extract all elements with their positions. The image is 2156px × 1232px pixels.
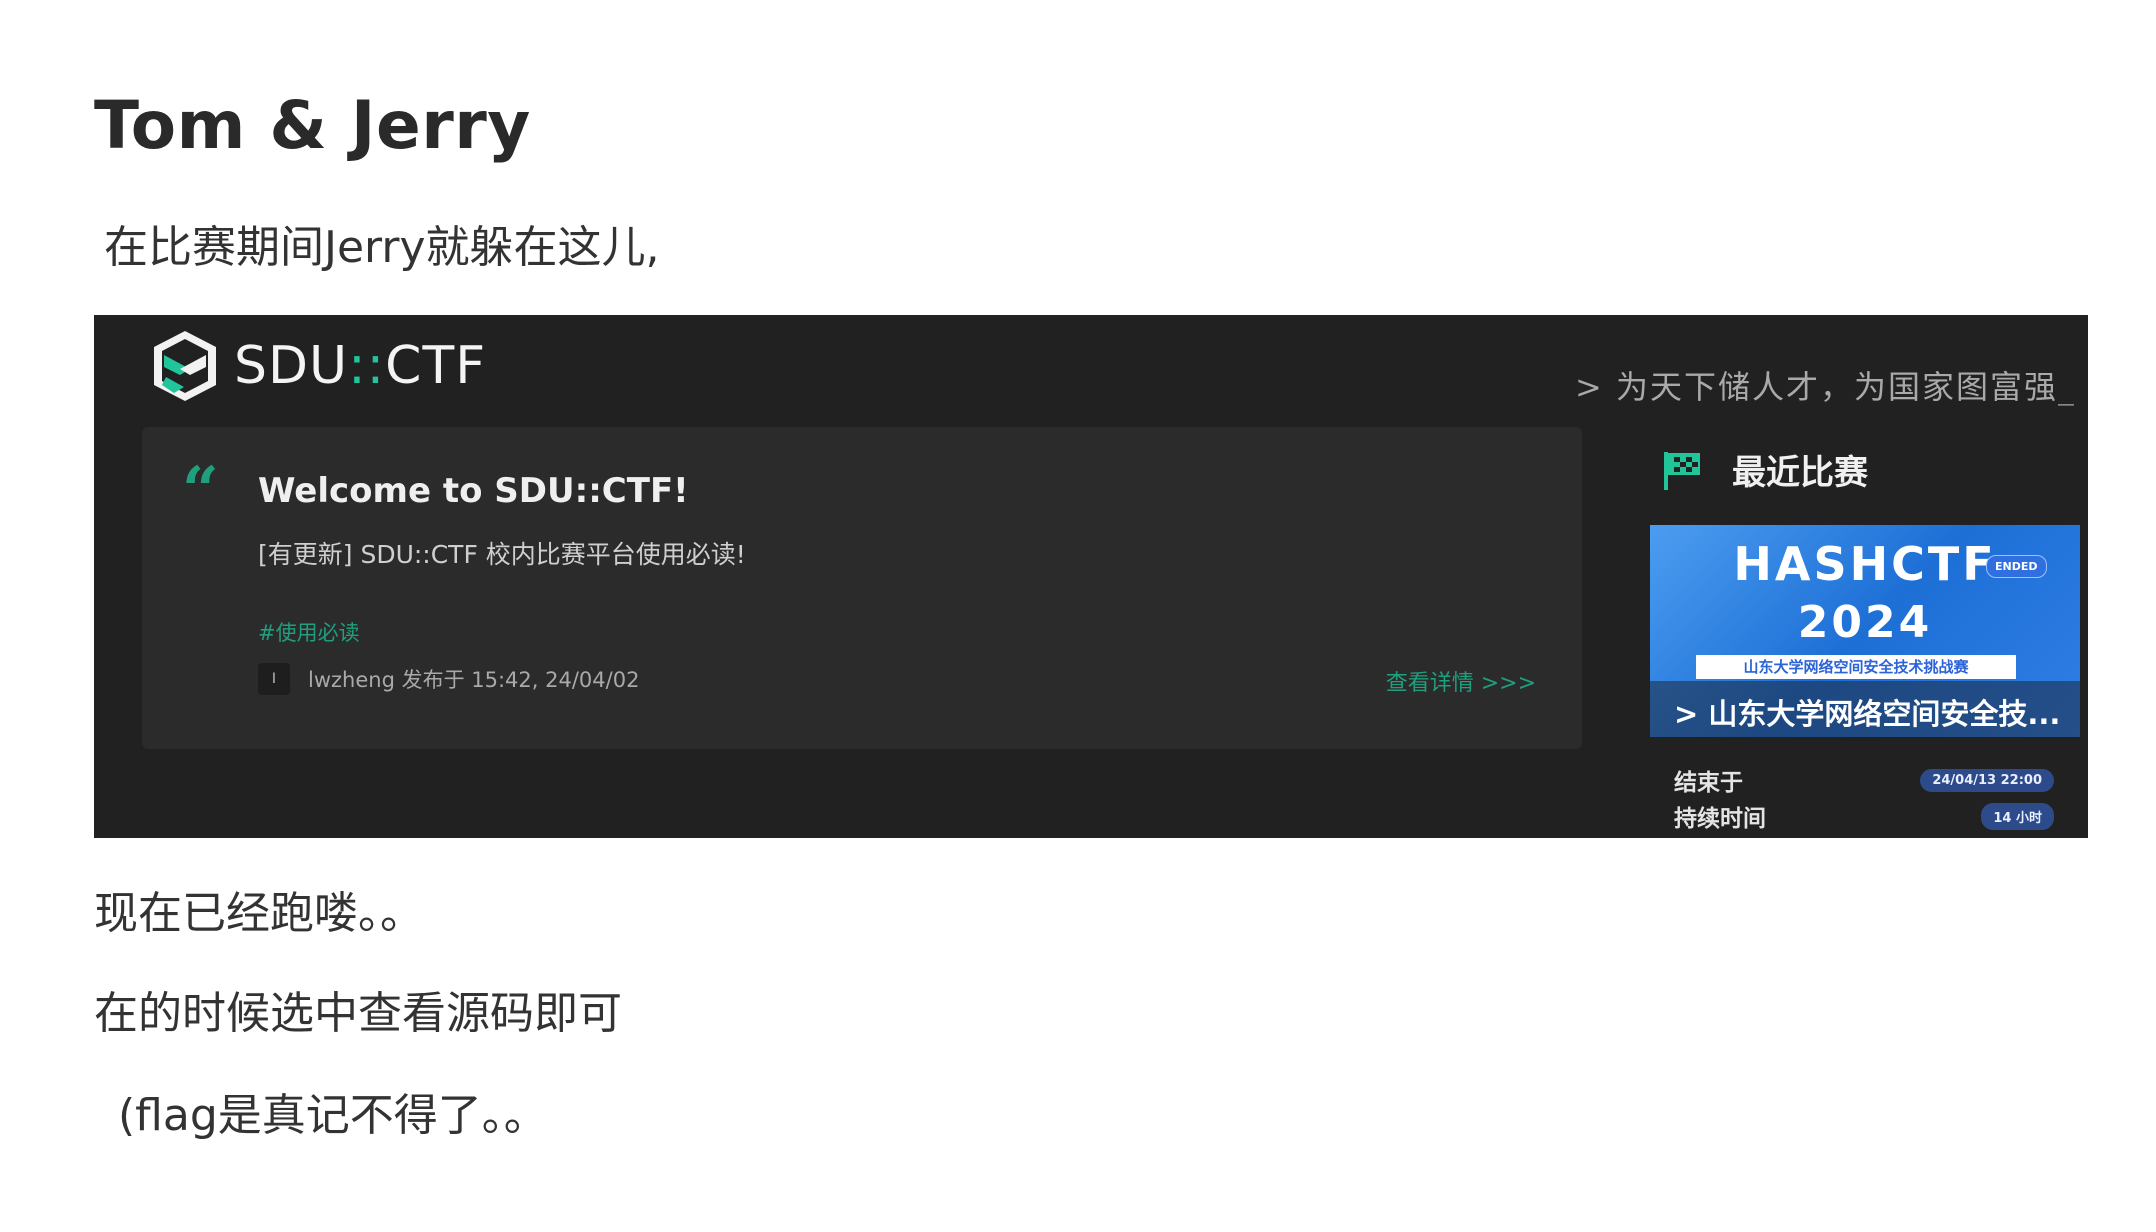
brand-name-right: CTF xyxy=(385,336,487,396)
contest-year: 2024 xyxy=(1797,597,1933,648)
view-details-link[interactable]: 查看详情 >>> xyxy=(1386,665,1536,697)
site-logo[interactable]: SDU::CTF xyxy=(150,329,486,403)
notice-meta: I lwzheng 发布于 15:42, 24/04/02 xyxy=(258,663,639,695)
end-time-badge: 24/04/13 22:00 xyxy=(1920,768,2054,792)
checkered-flag-icon xyxy=(1664,451,1700,490)
duration-label: 持续时间 xyxy=(1674,806,1766,832)
notice-subtitle: [有更新] SDU::CTF 校内比赛平台使用必读! xyxy=(258,540,746,569)
recent-contests-title: 最近比赛 xyxy=(1732,453,1868,493)
paragraph-view-source: 在的时候选中查看源码即可 xyxy=(94,988,622,1039)
contest-card[interactable]: HASHCTF ENDED 2024 山东大学网络空间安全技术挑战赛 > 山东大… xyxy=(1650,525,2080,737)
notice-card[interactable]: “ Welcome to SDU::CTF! [有更新] SDU::CTF 校内… xyxy=(142,427,1582,749)
notice-tag[interactable]: #使用必读 xyxy=(258,617,360,647)
recent-contests-header: 最近比赛 xyxy=(1660,445,1868,494)
notice-title[interactable]: Welcome to SDU::CTF! xyxy=(258,471,689,511)
contest-duration-row: 持续时间 14 小时 xyxy=(1674,799,2054,833)
sdu-ctf-logo-icon xyxy=(154,331,216,401)
contest-caption-bar[interactable]: > 山东大学网络空间安全技... xyxy=(1650,681,2080,737)
sdu-ctf-screenshot: SDU::CTF > 为天下储人才，为国家图富强_ “ Welcome to S… xyxy=(94,315,2088,838)
contest-end-row: 结束于 24/04/13 22:00 xyxy=(1674,763,2054,797)
paragraph-flag-note: (flag是真记不得了。。 xyxy=(118,1090,548,1141)
duration-badge: 14 小时 xyxy=(1981,802,2054,830)
ended-badge: ENDED xyxy=(1986,555,2047,578)
page: Tom & Jerry 在比赛期间Jerry就躲在这儿, SDU::CTF > … xyxy=(0,0,2156,1232)
contest-banner: 山东大学网络空间安全技术挑战赛 xyxy=(1696,655,2016,679)
brand-name-left: SDU xyxy=(234,336,349,396)
quote-icon: “ xyxy=(182,453,219,528)
contest-caption: > 山东大学网络空间安全技... xyxy=(1674,697,2061,731)
notice-meta-text: lwzheng 发布于 15:42, 24/04/02 xyxy=(308,668,640,692)
paragraph-gone: 现在已经跑喽。。 xyxy=(94,888,424,939)
site-slogan: > 为天下储人才，为国家图富强_ xyxy=(1575,368,2076,406)
site-logo-text: SDU::CTF xyxy=(234,336,486,396)
intro-paragraph: 在比赛期间Jerry就躲在这儿, xyxy=(104,222,660,273)
page-title: Tom & Jerry xyxy=(94,87,531,164)
end-label: 结束于 xyxy=(1674,770,1743,796)
avatar: I xyxy=(258,663,290,695)
brand-separator: :: xyxy=(348,336,386,396)
